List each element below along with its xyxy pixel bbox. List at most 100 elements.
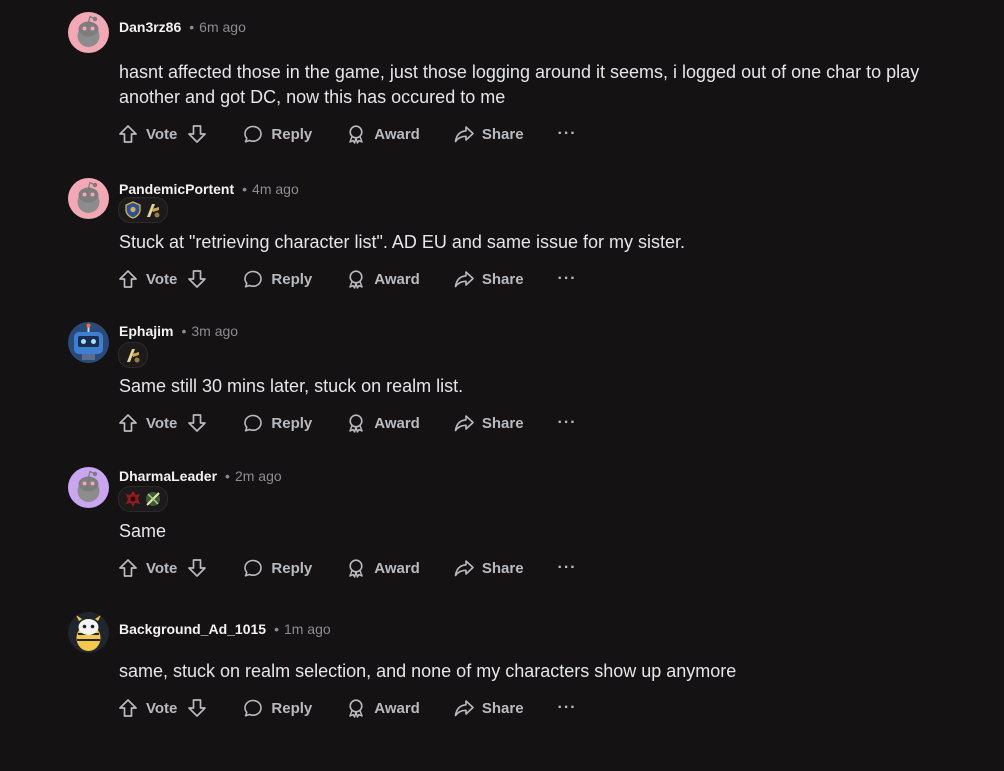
share-label: Share xyxy=(481,270,524,288)
reply-label: Reply xyxy=(271,414,313,432)
award-icon xyxy=(346,698,366,718)
share-icon xyxy=(454,558,474,578)
more-options-button[interactable]: ··· xyxy=(558,699,577,717)
horde-crest-icon xyxy=(124,490,142,508)
vote-label: Vote xyxy=(146,125,178,143)
meta-separator: • xyxy=(181,323,187,339)
award-label: Award xyxy=(374,125,420,143)
share-label: Share xyxy=(481,699,524,717)
more-options-button[interactable]: ··· xyxy=(558,559,577,577)
timestamp[interactable]: 2m ago xyxy=(235,468,282,484)
share-icon xyxy=(454,124,474,144)
vote-label: Vote xyxy=(146,559,178,577)
reply-label: Reply xyxy=(271,125,313,143)
award-button[interactable]: Award xyxy=(346,124,420,144)
award-icon xyxy=(346,124,366,144)
reply-button[interactable]: Reply xyxy=(243,413,312,433)
downvote-icon[interactable] xyxy=(187,269,207,289)
timestamp[interactable]: 3m ago xyxy=(191,323,238,339)
share-icon xyxy=(454,413,474,433)
award-icon xyxy=(346,413,366,433)
comment-meta: DharmaLeader • 2m ago xyxy=(119,467,282,485)
reply-button[interactable]: Reply xyxy=(243,698,312,718)
user-flair xyxy=(118,342,148,368)
reply-icon xyxy=(243,413,263,433)
reply-label: Reply xyxy=(271,559,313,577)
award-button[interactable]: Award xyxy=(346,558,420,578)
reply-button[interactable]: Reply xyxy=(243,558,312,578)
reply-icon xyxy=(243,124,263,144)
award-label: Award xyxy=(374,414,420,432)
reply-icon xyxy=(243,269,263,289)
comment-meta: Ephajim • 3m ago xyxy=(119,322,238,340)
robot-snoo-avatar[interactable] xyxy=(68,322,109,363)
more-options-button[interactable]: ··· xyxy=(558,125,577,143)
comment-text: Same still 30 mins later, stuck on realm… xyxy=(119,376,464,396)
vote-control: Vote xyxy=(118,124,207,144)
class-emblem-icon xyxy=(124,346,142,364)
award-icon xyxy=(346,269,366,289)
author-name[interactable]: Ephajim xyxy=(119,323,173,339)
upvote-icon[interactable] xyxy=(118,269,138,289)
vote-control: Vote xyxy=(118,269,207,289)
share-button[interactable]: Share xyxy=(454,413,524,433)
award-button[interactable]: Award xyxy=(346,413,420,433)
alliance-crest-icon xyxy=(124,201,142,219)
share-button[interactable]: Share xyxy=(454,124,524,144)
reply-icon xyxy=(243,558,263,578)
reply-label: Reply xyxy=(271,699,313,717)
costume-snoo-avatar[interactable] xyxy=(68,612,109,653)
award-icon xyxy=(346,558,366,578)
reply-icon xyxy=(243,698,263,718)
comment-actions: Vote Reply Award Share ··· xyxy=(118,410,577,436)
comment-actions: Vote Reply Award Share ··· xyxy=(118,555,577,581)
upvote-icon[interactable] xyxy=(118,698,138,718)
author-name[interactable]: Dan3rz86 xyxy=(119,19,181,35)
downvote-icon[interactable] xyxy=(187,558,207,578)
snoo-avatar[interactable] xyxy=(68,467,109,508)
meta-separator: • xyxy=(225,468,230,484)
author-name[interactable]: PandemicPortent xyxy=(119,181,234,197)
timestamp[interactable]: 4m ago xyxy=(252,181,299,197)
upvote-icon[interactable] xyxy=(118,413,138,433)
upvote-icon[interactable] xyxy=(118,124,138,144)
comment-meta: Dan3rz86 • 6m ago xyxy=(119,18,246,36)
reply-button[interactable]: Reply xyxy=(243,124,312,144)
meta-separator: • xyxy=(274,621,279,637)
share-label: Share xyxy=(481,559,524,577)
award-label: Award xyxy=(374,699,420,717)
award-label: Award xyxy=(374,559,420,577)
vote-label: Vote xyxy=(146,270,178,288)
award-button[interactable]: Award xyxy=(346,698,420,718)
vote-control: Vote xyxy=(118,698,207,718)
downvote-icon[interactable] xyxy=(187,413,207,433)
award-button[interactable]: Award xyxy=(346,269,420,289)
share-icon xyxy=(454,269,474,289)
share-button[interactable]: Share xyxy=(454,558,524,578)
author-name[interactable]: DharmaLeader xyxy=(119,468,217,484)
comment-text: Stuck at "retrieving character list". AD… xyxy=(119,232,685,252)
downvote-icon[interactable] xyxy=(187,698,207,718)
reply-label: Reply xyxy=(271,270,313,288)
snoo-avatar[interactable] xyxy=(68,178,109,219)
comment-text: same, stuck on realm selection, and none… xyxy=(119,661,737,681)
share-button[interactable]: Share xyxy=(454,698,524,718)
comment-actions: Vote Reply Award Share ··· xyxy=(118,266,577,292)
more-options-button[interactable]: ··· xyxy=(558,270,577,288)
share-button[interactable]: Share xyxy=(454,269,524,289)
downvote-icon[interactable] xyxy=(187,124,207,144)
timestamp[interactable]: 6m ago xyxy=(199,19,246,35)
upvote-icon[interactable] xyxy=(118,558,138,578)
more-options-button[interactable]: ··· xyxy=(558,414,577,432)
vote-control: Vote xyxy=(118,558,207,578)
rogue-emblem-icon xyxy=(144,490,162,508)
class-emblem-icon xyxy=(144,201,162,219)
share-label: Share xyxy=(481,125,524,143)
reply-button[interactable]: Reply xyxy=(243,269,312,289)
comment-actions: Vote Reply Award Share ··· xyxy=(118,121,577,147)
comment-text: hasnt affected those in the game, just t… xyxy=(119,62,920,107)
comment-meta: Background_Ad_1015 • 1m ago xyxy=(119,620,331,638)
snoo-avatar[interactable] xyxy=(68,12,109,53)
author-name[interactable]: Background_Ad_1015 xyxy=(119,621,266,637)
timestamp[interactable]: 1m ago xyxy=(284,621,331,637)
